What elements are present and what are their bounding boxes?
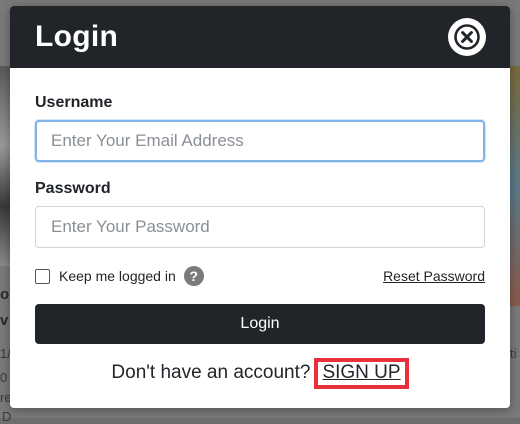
username-input[interactable] (35, 120, 485, 162)
remember-me-checkbox[interactable] (35, 268, 50, 284)
background-text: D (2, 409, 12, 424)
close-circle-icon (454, 24, 480, 50)
reset-password-link[interactable]: Reset Password (383, 268, 485, 284)
password-input[interactable] (35, 206, 485, 248)
background-text: v (0, 312, 9, 329)
login-modal: Login Username Password Keep me logged i… (10, 6, 510, 408)
login-options: Keep me logged in ? Reset Password (35, 265, 485, 287)
background-text: 0 (0, 370, 8, 385)
background-text: ti (510, 346, 517, 361)
remember-me: Keep me logged in ? (35, 266, 204, 286)
background-text: o (0, 286, 10, 303)
username-label: Username (35, 94, 113, 111)
signup-prompt: Don't have an account? (111, 362, 311, 384)
close-button[interactable] (448, 18, 486, 56)
signup-link[interactable]: SIGN UP (314, 358, 409, 389)
modal-title: Login (35, 20, 119, 53)
login-button[interactable]: Login (35, 304, 485, 344)
signup-row: Don't have an account? SIGN UP (35, 358, 485, 389)
modal-body: Username Password Keep me logged in ? Re… (10, 68, 510, 389)
modal-header: Login (10, 6, 510, 68)
remember-me-label[interactable]: Keep me logged in (59, 268, 176, 284)
help-icon[interactable]: ? (183, 266, 204, 286)
password-label: Password (35, 180, 111, 197)
